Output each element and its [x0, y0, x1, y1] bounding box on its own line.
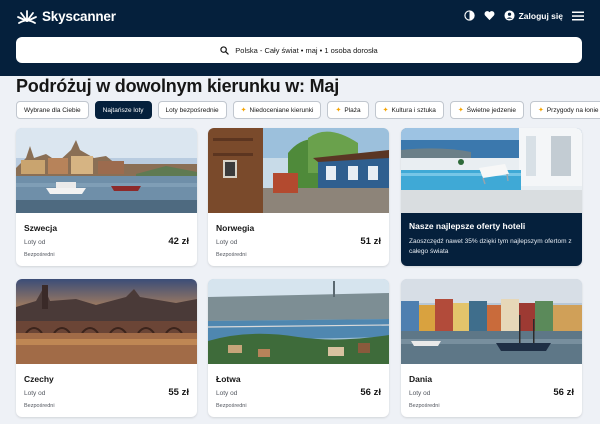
destination-photo [401, 279, 582, 364]
price: 56 zł [360, 387, 381, 398]
chip-culture[interactable]: ✦ Kultura i sztuka [374, 101, 444, 119]
sparkle-icon: ✦ [335, 107, 342, 114]
chip-label: Plaża [344, 106, 361, 114]
chip-label: Świetne jedzenie [466, 106, 516, 114]
price: 56 zł [553, 387, 574, 398]
direct-label: Bezpośredni [24, 403, 55, 409]
filter-chips: Wybrane dla Ciebie Najtańsze loty Loty b… [16, 101, 600, 119]
destination-photo [208, 128, 389, 213]
globe-icon[interactable] [463, 10, 475, 21]
chip-underrated[interactable]: ✦ Niedoceniane kierunki [232, 101, 322, 119]
header-actions: Zaloguj się [463, 10, 584, 21]
search-summary-button[interactable]: Polska - Cały świat • maj • 1 osoba doro… [16, 37, 582, 63]
login-button[interactable]: Zaloguj się [504, 10, 563, 21]
chip-food[interactable]: ✦ Świetne jedzenie [449, 101, 524, 119]
brand-name: Skyscanner [42, 8, 116, 24]
promo-text: Zaoszczędź nawet 35% dzięki tym najlepsz… [409, 238, 572, 255]
destination-card-sweden[interactable]: Szwecja Loty od Bezpośredni 42 zł [16, 128, 197, 266]
flights-from-label: Loty od [24, 390, 46, 397]
direct-label: Bezpośredni [409, 403, 440, 409]
skyscanner-logo[interactable]: Skyscanner [16, 8, 116, 24]
chip-label: Niedoceniane kierunki [249, 106, 314, 114]
direct-label: Bezpośredni [216, 403, 247, 409]
flights-from-label: Loty od [409, 390, 431, 397]
page-title: Podróżuj w dowolnym kierunku w: Maj [16, 76, 340, 96]
destination-name: Czechy [24, 374, 54, 384]
sparkle-icon: ✦ [240, 107, 247, 114]
chip-label: Kultura i sztuka [391, 106, 436, 114]
user-icon [504, 10, 515, 21]
chip-beach[interactable]: ✦ Plaża [327, 101, 369, 119]
promo-title: Nasze najlepsze oferty hoteli [409, 221, 526, 231]
destination-card-denmark[interactable]: Dania Loty od Bezpośredni 56 zł [401, 279, 582, 417]
destination-card-latvia[interactable]: Łotwa Loty od Bezpośredni 56 zł [208, 279, 389, 417]
chip-label: Przygody na łonie [546, 106, 599, 114]
destination-card-norway[interactable]: Norwegia Loty od Bezpośredni 51 zł [208, 128, 389, 266]
search-band: Polska - Cały świat • maj • 1 osoba doro… [0, 34, 600, 76]
chip-direct[interactable]: Loty bezpośrednie [157, 101, 227, 119]
top-navigation-bar: Skyscanner Zaloguj się [0, 0, 600, 34]
chip-recommended[interactable]: Wybrane dla Ciebie [16, 101, 89, 119]
search-summary-text: Polska - Cały świat • maj • 1 osoba doro… [235, 45, 378, 55]
destination-name: Dania [409, 374, 433, 384]
price: 51 zł [360, 236, 381, 247]
sparkle-icon: ✦ [457, 107, 464, 114]
flights-from-label: Loty od [216, 390, 238, 397]
login-label: Zaloguj się [518, 10, 563, 21]
destination-card-czechia[interactable]: Czechy Loty od Bezpośredni 55 zł [16, 279, 197, 417]
destination-photo [16, 128, 197, 213]
destination-name: Norwegia [216, 223, 255, 233]
destination-name: Łotwa [216, 374, 241, 384]
flights-from-label: Loty od [24, 239, 46, 246]
chip-label: Loty bezpośrednie [165, 106, 219, 114]
heart-icon[interactable] [484, 10, 495, 21]
direct-label: Bezpośredni [216, 252, 247, 258]
chip-cheapest[interactable]: Najtańsze loty [94, 101, 152, 119]
flights-from-label: Loty od [216, 239, 238, 246]
sparkle-icon: ✦ [382, 107, 389, 114]
menu-icon[interactable] [572, 11, 584, 21]
sparkle-icon: ✦ [537, 107, 544, 114]
price: 42 zł [168, 236, 189, 247]
hotel-deals-promo-card[interactable]: Nasze najlepsze oferty hoteli Zaoszczędź… [401, 128, 582, 266]
promo-photo [401, 128, 582, 213]
direct-label: Bezpośredni [24, 252, 55, 258]
price: 55 zł [168, 387, 189, 398]
destination-photo [208, 279, 389, 364]
destination-photo [16, 279, 197, 364]
search-icon [220, 45, 230, 55]
chip-label: Najtańsze loty [102, 106, 144, 114]
sun-logo-icon [17, 10, 37, 24]
destination-name: Szwecja [24, 223, 58, 233]
chip-adventure[interactable]: ✦ Przygody na łonie [529, 101, 600, 119]
chip-label: Wybrane dla Ciebie [24, 106, 81, 114]
